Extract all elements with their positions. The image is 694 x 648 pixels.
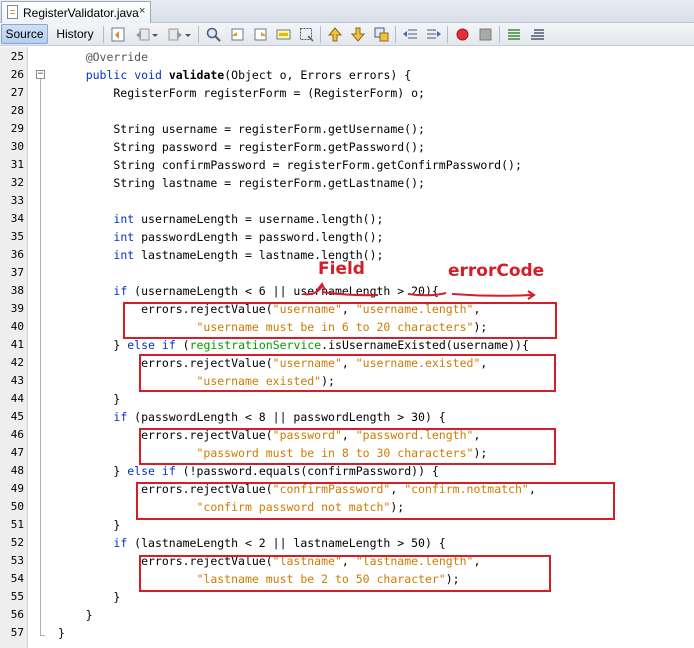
annotation-arrows bbox=[302, 282, 536, 300]
